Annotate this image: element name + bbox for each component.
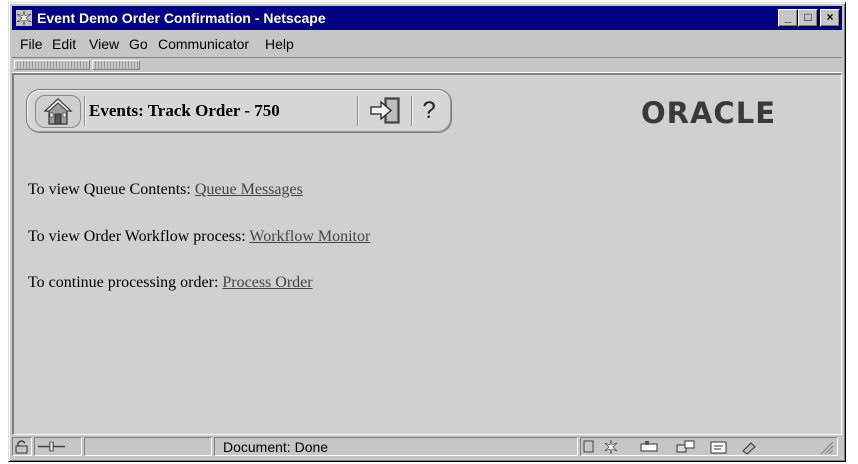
toolbar-separator [84, 96, 85, 126]
component-bar [580, 437, 838, 456]
status-text-panel: Document: Done [214, 437, 578, 456]
menu-go[interactable]: Go [129, 33, 148, 55]
component-icons [583, 439, 834, 455]
status-bar: Document: Done [12, 437, 842, 458]
queue-contents-line: To view Queue Contents: Queue Messages [28, 181, 303, 199]
toolbar-grip[interactable] [14, 60, 90, 70]
security-icon [15, 440, 28, 454]
status-text: Document: Done [223, 439, 329, 455]
exit-button[interactable] [365, 95, 407, 126]
title-bar: Event Demo Order Confirmation - Netscape… [12, 6, 842, 30]
menu-bar: File Edit View Go Communicator Help [12, 33, 842, 55]
close-button[interactable]: × [820, 9, 840, 27]
page-title: Events: Track Order - 750 [89, 101, 280, 120]
exit-icon [370, 97, 400, 124]
security-indicator[interactable] [12, 437, 32, 456]
process-order-link[interactable]: Process Order [222, 274, 312, 291]
window-title: Event Demo Order Confirmation - Netscape [37, 10, 326, 26]
home-icon [43, 98, 73, 125]
page-content: Events: Track Order - 750 ? ORACLE To vi… [12, 73, 842, 435]
oracle-logo-text: ORACLE [641, 96, 776, 128]
workflow-process-line: To view Order Workflow process: Workflow… [28, 228, 370, 246]
connection-icon [38, 441, 65, 452]
menu-help[interactable]: Help [265, 33, 294, 55]
menu-view[interactable]: View [89, 33, 119, 55]
help-icon: ? [422, 97, 436, 124]
continue-processing-label: To continue processing order: [28, 274, 223, 291]
help-button[interactable]: ? [415, 95, 443, 126]
page-header-toolbar: Events: Track Order - 750 ? [26, 89, 452, 133]
connection-indicator [34, 437, 82, 456]
minimize-button[interactable]: _ [778, 9, 798, 27]
menu-communicator[interactable]: Communicator [158, 33, 249, 55]
queue-contents-label: To view Queue Contents: [28, 181, 195, 198]
browser-window: Event Demo Order Confirmation - Netscape… [8, 2, 846, 462]
toolbar-grips [12, 57, 842, 73]
netscape-icon [16, 10, 32, 26]
workflow-process-label: To view Order Workflow process: [28, 228, 250, 245]
home-button[interactable] [35, 95, 81, 128]
queue-messages-link[interactable]: Queue Messages [195, 181, 303, 198]
maximize-button[interactable]: □ [798, 9, 818, 27]
workflow-monitor-link[interactable]: Workflow Monitor [249, 228, 370, 245]
menu-edit[interactable]: Edit [52, 33, 76, 55]
continue-processing-line: To continue processing order: Process Or… [28, 274, 313, 292]
toolbar-grip[interactable] [92, 60, 140, 70]
menu-file[interactable]: File [20, 33, 43, 55]
toolbar-separator [357, 96, 358, 126]
oracle-logo: ORACLE [641, 96, 776, 128]
toolbar-separator [411, 96, 412, 126]
progress-panel [84, 437, 212, 456]
